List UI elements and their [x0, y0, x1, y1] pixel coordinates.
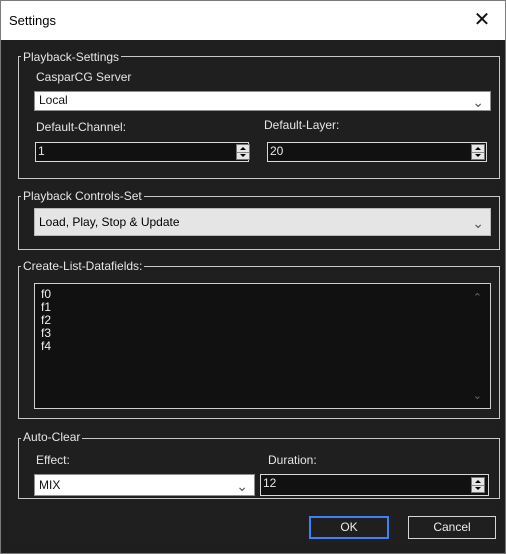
- spin-down-icon[interactable]: [472, 152, 484, 159]
- duration-spinner[interactable]: [471, 477, 485, 493]
- controls-set-value: Load, Play, Stop & Update: [39, 215, 180, 229]
- effect-value: MIX: [39, 478, 61, 492]
- ok-button[interactable]: OK: [309, 516, 389, 539]
- default-layer-field[interactable]: 20: [267, 142, 487, 162]
- spin-down-icon[interactable]: [237, 152, 249, 159]
- datafields-items: f0 f1 f2 f3 f4: [41, 288, 51, 353]
- effect-select[interactable]: MIX ⌄: [34, 474, 255, 496]
- duration-field[interactable]: 12: [260, 474, 489, 496]
- chevron-down-icon: ⌄: [236, 478, 248, 494]
- scroll-up-icon[interactable]: ⌃: [473, 291, 482, 304]
- default-channel-field[interactable]: 1: [35, 142, 249, 162]
- server-select[interactable]: Local ⌄: [34, 91, 491, 111]
- scroll-down-icon[interactable]: ⌄: [473, 389, 482, 402]
- cancel-button[interactable]: Cancel: [408, 516, 496, 539]
- controls-set-select[interactable]: Load, Play, Stop & Update ⌄: [34, 208, 491, 236]
- effect-label: Effect:: [36, 453, 70, 467]
- window-title: Settings: [9, 13, 56, 28]
- default-layer-spinner[interactable]: [471, 144, 485, 160]
- default-layer-label: Default-Layer:: [264, 118, 340, 132]
- default-channel-label: Default-Channel:: [36, 120, 127, 134]
- server-label: CasparCG Server: [36, 70, 132, 84]
- auto-clear-legend: Auto-Clear: [21, 430, 83, 445]
- title-bar: Settings ✕: [1, 1, 505, 40]
- playback-settings-legend: Playback-Settings: [21, 50, 122, 65]
- settings-dialog: Settings ✕ Playback-Settings CasparCG Se…: [0, 0, 506, 554]
- spin-down-icon[interactable]: [472, 485, 484, 492]
- list-item[interactable]: f4: [41, 340, 51, 353]
- chevron-down-icon: ⌄: [472, 215, 484, 231]
- close-icon[interactable]: ✕: [459, 1, 505, 40]
- default-channel-spinner[interactable]: [236, 144, 250, 160]
- server-value: Local: [39, 93, 68, 107]
- datafields-list[interactable]: f0 f1 f2 f3 f4 ⌃ ⌄: [34, 283, 491, 409]
- chevron-down-icon: ⌄: [472, 94, 484, 110]
- datafields-legend: Create-List-Datafields:: [21, 259, 145, 274]
- controls-set-legend: Playback Controls-Set: [21, 189, 144, 204]
- duration-label: Duration:: [268, 453, 317, 467]
